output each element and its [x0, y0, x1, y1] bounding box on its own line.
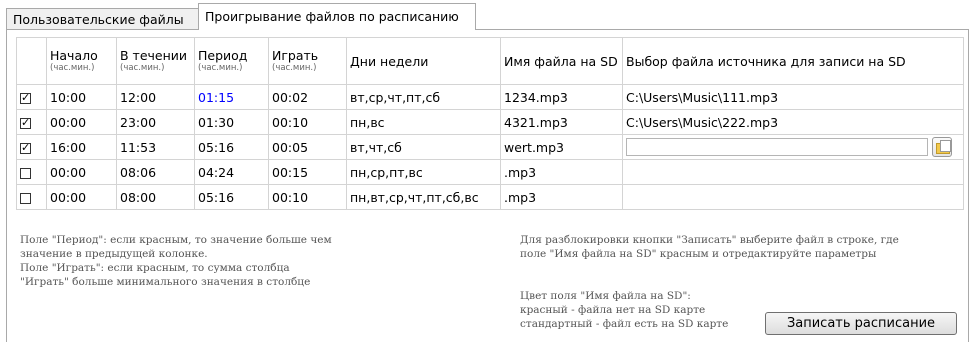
tab-bar: Пользовательские файлы Проигрывание файл… — [0, 0, 970, 30]
table-row[interactable]: 16:00 11:53 05:16 00:05 вт,чт,сб wert.mp… — [16, 134, 964, 160]
enable-checkbox[interactable] — [20, 192, 31, 204]
days-cell[interactable]: пн,ср,пт,вс — [346, 159, 501, 185]
column-header-days[interactable]: Дни недели — [346, 37, 501, 85]
play-cell[interactable]: 00:10 — [268, 109, 347, 135]
table-row[interactable]: 10:00 12:00 01:15 00:02 вт,ср,чт,пт,сб 1… — [16, 84, 964, 110]
schedule-table: Начало (час.мин.) В течении (час.мин.) Пер… — [16, 37, 964, 210]
sd-name-cell[interactable]: 1234.mp3 — [500, 84, 623, 110]
play-cell[interactable]: 00:15 — [268, 159, 347, 185]
column-header-enabled — [16, 37, 47, 85]
period-play-help-text: Поле "Период": если красным, то значение… — [20, 234, 332, 288]
sd-name-cell[interactable]: 4321.mp3 — [500, 109, 623, 135]
play-cell[interactable]: 00:10 — [268, 184, 347, 210]
table-row[interactable]: 00:00 23:00 01:30 00:10 пн,вс 4321.mp3 C… — [16, 109, 964, 135]
start-cell[interactable]: 10:00 — [46, 84, 117, 110]
source-file-input[interactable] — [626, 138, 928, 156]
enable-checkbox[interactable] — [20, 141, 31, 154]
days-cell[interactable]: вт,ср,чт,пт,сб — [346, 84, 501, 110]
table-header-row: Начало (час.мин.) В течении (час.мин.) Пер… — [16, 37, 964, 85]
sd-color-legend-text: Цвет поля "Имя файла на SD": красный - ф… — [520, 290, 729, 330]
during-cell[interactable]: 23:00 — [116, 109, 195, 135]
source-cell[interactable]: C:\Users\Music\111.mp3 — [622, 84, 964, 110]
column-header-source[interactable]: Выбор файла источника для записи на SD — [622, 37, 964, 85]
start-cell[interactable]: 00:00 — [46, 159, 117, 185]
sd-name-cell[interactable]: wert.mp3 — [500, 134, 623, 160]
during-cell[interactable]: 11:53 — [116, 134, 195, 160]
period-cell[interactable]: 05:16 — [194, 184, 269, 210]
period-cell[interactable]: 04:24 — [194, 159, 269, 185]
start-cell[interactable]: 00:00 — [46, 109, 117, 135]
column-header-play[interactable]: Играть (час.мин.) — [268, 37, 347, 85]
start-cell[interactable]: 16:00 — [46, 134, 117, 160]
column-header-sd-name[interactable]: Имя файла на SD — [500, 37, 623, 85]
table-row[interactable]: 00:00 08:00 05:16 00:10 пн,вт,ср,чт,пт,с… — [16, 184, 964, 210]
days-cell[interactable]: вт,чт,сб — [346, 134, 501, 160]
folder-open-icon[interactable] — [932, 137, 952, 157]
source-cell — [622, 134, 964, 160]
during-cell[interactable]: 08:00 — [116, 184, 195, 210]
during-cell[interactable]: 12:00 — [116, 84, 195, 110]
during-cell[interactable]: 08:06 — [116, 159, 195, 185]
days-cell[interactable]: пн,вс — [346, 109, 501, 135]
sd-name-cell[interactable]: .mp3 — [500, 184, 623, 210]
tab-schedule-playback[interactable]: Проигрывание файлов по расписанию — [198, 3, 476, 29]
days-cell[interactable]: пн,вт,ср,чт,пт,сб,вс — [346, 184, 501, 210]
start-cell[interactable]: 00:00 — [46, 184, 117, 210]
column-header-period[interactable]: Период (час.мин.) — [194, 37, 269, 85]
write-schedule-button[interactable]: Записать расписание — [765, 312, 957, 335]
source-cell[interactable]: C:\Users\Music\222.mp3 — [622, 109, 964, 135]
column-header-start[interactable]: Начало (час.мин.) — [46, 37, 117, 85]
table-row[interactable]: 00:00 08:06 04:24 00:15 пн,ср,пт,вс .mp3 — [16, 159, 964, 185]
column-header-during[interactable]: В течении (час.мин.) — [116, 37, 195, 85]
enable-checkbox[interactable] — [20, 116, 31, 129]
play-cell[interactable]: 00:05 — [268, 134, 347, 160]
period-cell[interactable]: 05:16 — [194, 134, 269, 160]
period-cell[interactable]: 01:15 — [194, 84, 269, 110]
tab-user-files[interactable]: Пользовательские файлы — [6, 8, 199, 30]
unlock-help-text: Для разблокировки кнопки "Записать" выбе… — [520, 234, 899, 260]
sd-name-cell[interactable]: .mp3 — [500, 159, 623, 185]
play-cell[interactable]: 00:02 — [268, 84, 347, 110]
period-cell[interactable]: 01:30 — [194, 109, 269, 135]
enable-checkbox[interactable] — [20, 167, 31, 179]
source-cell[interactable] — [622, 159, 964, 185]
source-cell[interactable] — [622, 184, 964, 210]
enable-checkbox[interactable] — [20, 91, 31, 104]
